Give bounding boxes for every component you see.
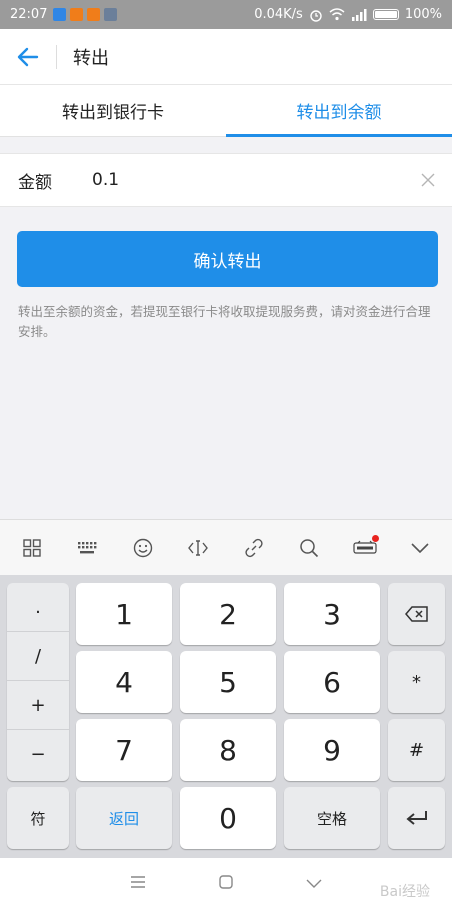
- hide-keyboard-button[interactable]: [400, 528, 440, 568]
- key-minus[interactable]: −: [7, 730, 69, 779]
- clear-button[interactable]: [404, 153, 452, 207]
- key-7[interactable]: 7: [76, 719, 172, 781]
- fee-notice: 转出至余额的资金，若提现至银行卡将收取提现服务费，请对资金进行合理安排。: [18, 304, 431, 339]
- arrow-left-icon: [17, 47, 39, 66]
- key-return[interactable]: 返回: [76, 787, 172, 849]
- key-asterisk[interactable]: *: [388, 651, 445, 713]
- clipboard-button[interactable]: [234, 528, 274, 568]
- home-icon: [219, 874, 233, 889]
- key-backspace[interactable]: [388, 583, 445, 645]
- home-button[interactable]: [218, 874, 234, 894]
- keyboard-toolbar: [0, 519, 452, 575]
- key-enter[interactable]: [388, 787, 445, 849]
- battery-level: 100%: [404, 7, 442, 22]
- network-speed: 0.04K/s: [254, 7, 303, 22]
- backspace-icon: [404, 606, 428, 622]
- nav-back-button[interactable]: [306, 874, 322, 893]
- key-0[interactable]: 0: [180, 787, 276, 849]
- festival-icon: [353, 540, 377, 554]
- notification-app-icon-2: [87, 8, 101, 21]
- search-button[interactable]: [289, 528, 329, 568]
- key-6[interactable]: 6: [284, 651, 380, 713]
- tab-balance[interactable]: 转出到余额: [226, 85, 452, 137]
- cursor-icon: [188, 539, 209, 556]
- search-icon: [300, 538, 319, 557]
- key-space[interactable]: 空格: [284, 787, 380, 849]
- back-chevron-icon: [306, 879, 322, 888]
- chevron-down-icon: [411, 542, 429, 553]
- numeric-keyboard: . / + − 1 2 3 4 5 6 * 7 8 9 # 符 返回 0 空格: [0, 575, 452, 858]
- status-time: 22:07: [10, 7, 48, 22]
- battery-icon: [372, 9, 399, 20]
- amount-input[interactable]: [92, 170, 404, 190]
- close-icon: [421, 173, 435, 187]
- amount-label: 金额: [18, 172, 52, 193]
- symbol-column: . / + −: [7, 583, 69, 781]
- link-icon: [245, 538, 263, 557]
- system-nav-bar: Bai经验: [0, 858, 452, 909]
- menu-icon: [131, 876, 145, 888]
- keyboard-icon: [78, 541, 97, 553]
- cloud-app-icon: [53, 8, 67, 21]
- enter-icon: [405, 811, 427, 825]
- key-2[interactable]: 2: [180, 583, 276, 645]
- key-5[interactable]: 5: [180, 651, 276, 713]
- key-slash[interactable]: /: [7, 632, 69, 681]
- key-4[interactable]: 4: [76, 651, 172, 713]
- key-dot[interactable]: .: [7, 583, 69, 632]
- status-bar: 22:07 0.04K/s 100%: [0, 0, 452, 29]
- header-divider: [56, 44, 57, 69]
- key-9[interactable]: 9: [284, 719, 380, 781]
- key-symbols[interactable]: 符: [7, 787, 69, 849]
- keyboard-layout-button[interactable]: [67, 528, 107, 568]
- back-button[interactable]: [0, 29, 56, 85]
- notification-dot: [371, 534, 379, 542]
- key-1[interactable]: 1: [76, 583, 172, 645]
- app-header: 转出: [0, 29, 452, 85]
- menu-button[interactable]: [130, 874, 146, 893]
- signal-icon: [351, 8, 367, 21]
- confirm-transfer-button[interactable]: 确认转出: [17, 231, 438, 287]
- key-3[interactable]: 3: [284, 583, 380, 645]
- amount-row: 金额: [0, 153, 452, 207]
- key-8[interactable]: 8: [180, 719, 276, 781]
- notification-app-icon: [70, 8, 84, 21]
- key-plus[interactable]: +: [7, 681, 69, 730]
- tab-bank-card[interactable]: 转出到银行卡: [0, 85, 226, 136]
- transfer-tabs: 转出到银行卡 转出到余额: [0, 85, 452, 137]
- festival-button[interactable]: [345, 528, 385, 568]
- emoji-button[interactable]: [123, 528, 163, 568]
- page-title: 转出: [73, 47, 109, 69]
- message-app-icon: [104, 8, 118, 21]
- wifi-icon: [329, 8, 345, 21]
- key-hash[interactable]: #: [388, 719, 445, 781]
- cursor-button[interactable]: [178, 528, 218, 568]
- alarm-icon: [310, 9, 322, 22]
- grid-button[interactable]: [12, 528, 52, 568]
- emoji-icon: [133, 538, 152, 557]
- grid-icon: [23, 538, 41, 557]
- watermark: Bai经验: [379, 884, 430, 900]
